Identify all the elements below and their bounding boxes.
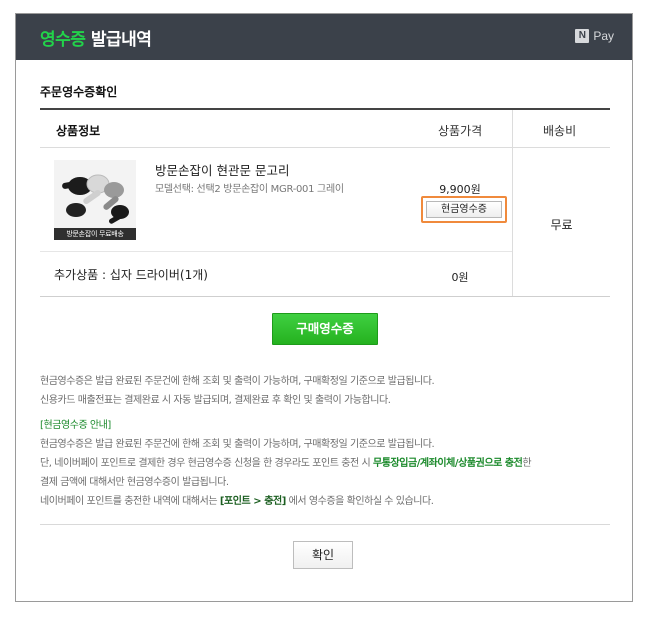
product-thumbnail[interactable]: 방문손잡이 무료배송 bbox=[54, 160, 136, 240]
guide-emphasis: 무통장입금/계좌이체/상품권으로 충전 bbox=[372, 458, 523, 469]
row-divider bbox=[40, 251, 512, 252]
table-bottom-border bbox=[40, 296, 610, 297]
notice-line: 현금영수증은 발급 완료된 주문건에 한해 조회 및 출력이 가능하며, 구매확… bbox=[40, 376, 435, 387]
guide-text: 에서 영수증을 확인하실 수 있습니다. bbox=[285, 496, 434, 507]
footer-divider bbox=[40, 524, 610, 525]
dialog-title: 영수증 발급내역 bbox=[40, 25, 152, 50]
title-highlight: 영수증 bbox=[40, 30, 86, 50]
receipt-dialog: 영수증 발급내역 N Pay 주문영수증확인 상품정보 상품가격 배송비 방문손… bbox=[15, 13, 633, 602]
npay-logo: N Pay bbox=[575, 29, 614, 43]
addon-item: 추가상품 : 십자 드라이버(1개) bbox=[54, 268, 208, 282]
product-price: 9,900원 bbox=[439, 183, 481, 196]
column-divider bbox=[512, 110, 513, 296]
cash-receipt-highlight: 현금영수증 bbox=[421, 196, 507, 223]
cash-receipt-button[interactable]: 현금영수증 bbox=[426, 201, 502, 218]
product-name: 방문손잡이 현관문 문고리 bbox=[155, 163, 290, 178]
table-header: 상품정보 상품가격 배송비 bbox=[40, 110, 610, 148]
door-handle-image bbox=[54, 160, 136, 228]
cash-receipt-guide-title: [현금영수증 안내] bbox=[40, 420, 111, 431]
product-option: 모델선택: 선택2 방문손잡이 MGR-001 그레이 bbox=[155, 184, 344, 195]
notice-text: 현금영수증은 발급 완료된 주문건에 한해 조회 및 출력이 가능하며, 구매확… bbox=[40, 372, 620, 511]
guide-line: 단, 네이버페이 포인트로 결제한 경우 현금영수증 신청을 한 경우라도 포인… bbox=[40, 454, 620, 473]
notice-line: 신용카드 매출전표는 결제완료 시 자동 발급되며, 결제완료 후 확인 및 출… bbox=[40, 395, 391, 406]
npay-text: Pay bbox=[593, 29, 614, 43]
guide-text: 단, 네이버페이 포인트로 결제한 경우 현금영수증 신청을 한 경우라도 포인… bbox=[40, 458, 373, 469]
thumbnail-caption: 방문손잡이 무료배송 bbox=[54, 228, 136, 240]
purchase-receipt-button[interactable]: 구매영수증 bbox=[272, 313, 378, 345]
header-product-price: 상품가격 bbox=[438, 124, 483, 138]
header-product-info: 상품정보 bbox=[56, 124, 101, 138]
header-shipping: 배송비 bbox=[543, 124, 577, 138]
addon-price: 0원 bbox=[451, 271, 469, 284]
npay-n-icon: N bbox=[575, 29, 590, 43]
guide-line: 네이버페이 포인트를 충전한 내역에 대해서는 [포인트 > 충전] 에서 영수… bbox=[40, 492, 620, 511]
shipping-fee: 무료 bbox=[550, 218, 573, 232]
section-title: 주문영수증확인 bbox=[40, 85, 118, 99]
guide-line: 현금영수증은 발급 완료된 주문건에 한해 조회 및 출력이 가능하며, 구매확… bbox=[40, 439, 435, 450]
guide-text: 한 bbox=[522, 458, 532, 469]
confirm-button[interactable]: 확인 bbox=[293, 541, 353, 569]
dialog-header: 영수증 발급내역 N Pay bbox=[16, 14, 632, 60]
guide-line: 결제 금액에 대해서만 현금영수증이 발급됩니다. bbox=[40, 477, 229, 488]
title-rest: 발급내역 bbox=[90, 30, 152, 50]
guide-emphasis: [포인트 > 충전] bbox=[219, 496, 286, 507]
guide-text: 네이버페이 포인트를 충전한 내역에 대해서는 bbox=[40, 496, 220, 507]
